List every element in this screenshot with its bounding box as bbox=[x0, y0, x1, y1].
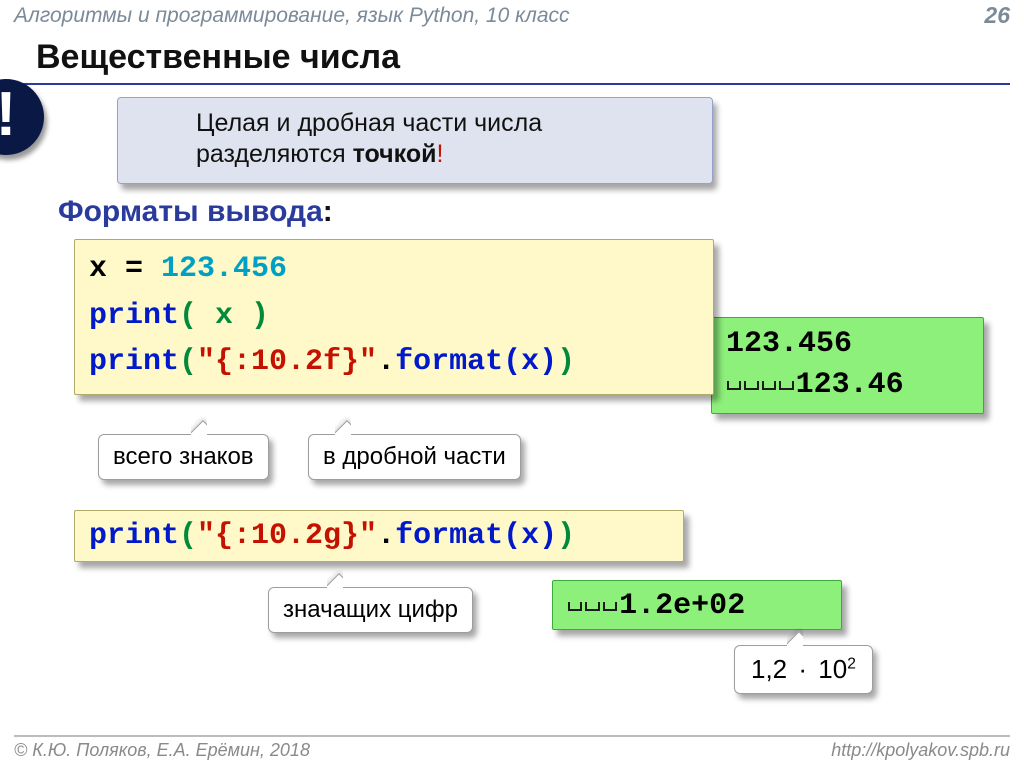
code-keyword-print: print bbox=[89, 519, 179, 553]
code-paren: ( bbox=[179, 519, 197, 553]
code-paren: ) bbox=[557, 345, 575, 379]
sci-mantissa: 1,2 bbox=[751, 654, 787, 684]
code-string: "{:10.2g}" bbox=[197, 519, 377, 553]
space-icon bbox=[584, 587, 601, 614]
space-icon bbox=[778, 366, 795, 393]
code-dot: . bbox=[377, 519, 395, 553]
sci-base: 10 bbox=[818, 654, 847, 684]
page-number: 26 bbox=[984, 2, 1010, 29]
footer-url: http://kpolyakov.spb.ru bbox=[831, 740, 1010, 761]
bubble-scientific-notation: 1,2 · 102 bbox=[734, 645, 873, 694]
bubble-text: в дробной части bbox=[323, 443, 506, 470]
bubble-text: значащих цифр bbox=[283, 596, 458, 623]
space-icon bbox=[567, 587, 584, 614]
footer-rule bbox=[14, 735, 1010, 737]
space-icon bbox=[726, 366, 743, 393]
sci-dot: · bbox=[794, 654, 811, 684]
code-format-call: format(x) bbox=[395, 519, 557, 553]
output-value: 123.46 bbox=[796, 368, 904, 402]
space-icon bbox=[743, 366, 760, 393]
code-paren: ( bbox=[179, 345, 197, 379]
page-title: Вещественные числа bbox=[36, 38, 1024, 77]
code-dot: . bbox=[377, 345, 395, 379]
course-header: Алгоритмы и программирование, язык Pytho… bbox=[0, 0, 1024, 28]
content: ! Целая и дробная части числа разделяютс… bbox=[0, 85, 1024, 725]
code-paren: ( x ) bbox=[179, 299, 269, 333]
output-line: 123.456 bbox=[726, 324, 973, 365]
subheading-text: Форматы вывода bbox=[58, 195, 323, 228]
space-icon bbox=[602, 587, 619, 614]
bubble-total-width: всего знаков bbox=[98, 434, 269, 480]
subheading: Форматы вывода: bbox=[58, 195, 333, 229]
footer-copyright: © К.Ю. Поляков, Е.А. Ерёмин, 2018 bbox=[14, 740, 310, 761]
attention-icon: ! bbox=[0, 79, 44, 155]
output-value: 1.2e+02 bbox=[619, 589, 745, 623]
code-paren: ) bbox=[557, 519, 575, 553]
space-icon bbox=[761, 366, 778, 393]
bubble-fraction-digits: в дробной части bbox=[308, 434, 521, 480]
output-line: 123.46 bbox=[726, 365, 973, 406]
note-exclaim: ! bbox=[437, 140, 444, 168]
note-bold: точкой bbox=[353, 140, 437, 168]
code-keyword-print: print bbox=[89, 345, 179, 379]
output-block-2: 1.2e+02 bbox=[552, 580, 842, 630]
code-keyword-print: print bbox=[89, 299, 179, 333]
code-block-2: print("{:10.2g}".format(x)) bbox=[74, 510, 684, 562]
sci-exponent: 2 bbox=[847, 655, 856, 672]
note-callout: Целая и дробная части числа разделяются … bbox=[117, 97, 713, 184]
code-block-1: x = 123.456 print( x ) print("{:10.2f}".… bbox=[74, 239, 714, 395]
output-block-1: 123.456 123.46 bbox=[711, 317, 984, 414]
bubble-text: всего знаков bbox=[113, 443, 254, 470]
bubble-significant-digits: значащих цифр bbox=[268, 587, 473, 633]
code-number: 123.456 bbox=[161, 252, 287, 286]
code-format-call: format(x) bbox=[395, 345, 557, 379]
code-var: x = bbox=[89, 252, 161, 286]
code-string: "{:10.2f}" bbox=[197, 345, 377, 379]
